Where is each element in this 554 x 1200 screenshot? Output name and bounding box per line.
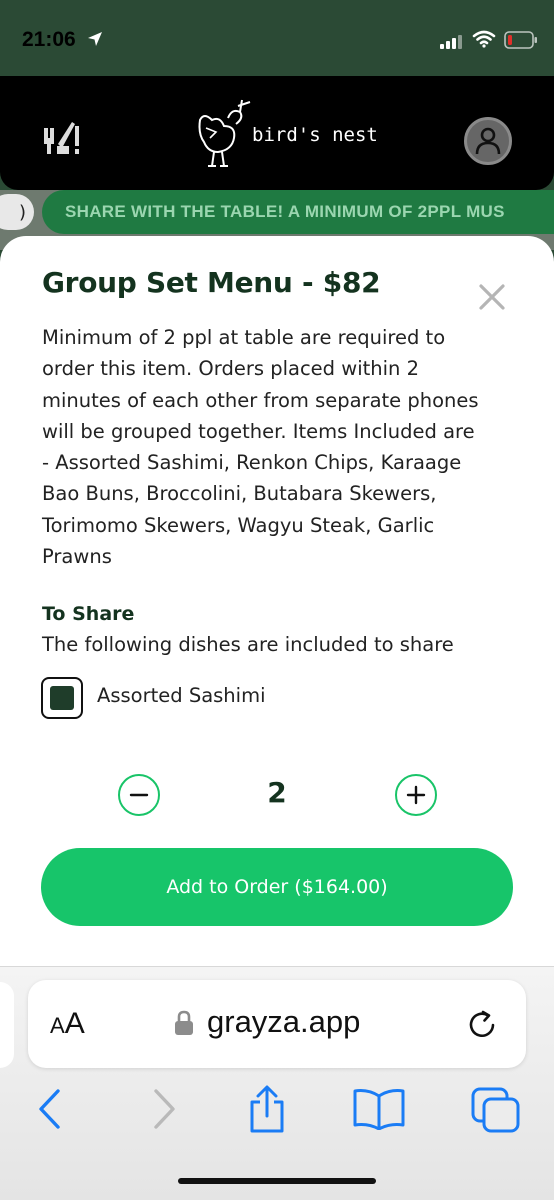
cellular-signal-icon	[440, 34, 464, 53]
minus-icon	[129, 793, 149, 797]
user-icon	[475, 127, 501, 155]
close-icon[interactable]	[478, 283, 506, 311]
increment-button[interactable]	[395, 774, 437, 816]
share-icon[interactable]	[246, 1084, 288, 1138]
profile-button[interactable]	[464, 117, 512, 165]
promo-banner: SHARE WITH THE TABLE! A MINIMUM OF 2PPL …	[42, 190, 554, 234]
forward-icon[interactable]	[150, 1088, 178, 1134]
option-label: Assorted Sashimi	[97, 684, 266, 707]
description-line: order this item. Orders placed within 2	[42, 357, 419, 381]
description-line: Prawns	[42, 545, 112, 569]
section-subtitle: The following dishes are included to sha…	[42, 633, 454, 656]
reader-settings-button[interactable]: AA	[50, 1007, 85, 1041]
description-line: - Assorted Sashimi, Renkon Chips, Karaag…	[42, 451, 462, 475]
description-line: Bao Buns, Broccolini, Butabara Skewers,	[42, 482, 437, 506]
description-line: Minimum of 2 ppl at table are required t…	[42, 326, 446, 349]
option-checkbox[interactable]	[41, 677, 83, 719]
menu-utensils-icon[interactable]	[42, 118, 82, 160]
back-icon[interactable]	[36, 1088, 64, 1134]
location-arrow-icon	[86, 30, 104, 52]
status-time: 21:06	[22, 28, 76, 51]
aa-small-label: A	[50, 1013, 65, 1038]
item-description: Minimum of 2 ppl at table are required t…	[42, 322, 520, 572]
reload-icon[interactable]	[466, 1008, 500, 1046]
plus-icon	[406, 785, 426, 805]
previous-tab-edge[interactable]	[0, 982, 14, 1068]
description-line: minutes of each other from separate phon…	[42, 388, 479, 412]
status-bar	[0, 0, 554, 76]
quantity-value: 2	[267, 776, 287, 809]
category-chip-label: )	[18, 201, 26, 223]
add-to-order-button[interactable]: Add to Order ($164.00)	[41, 848, 513, 926]
description-line: will be grouped together. Items Included…	[42, 419, 475, 443]
battery-icon	[504, 31, 538, 53]
section-title: To Share	[42, 603, 135, 625]
brand-name: bird's nest	[252, 124, 378, 146]
lock-icon	[174, 1010, 194, 1040]
wifi-icon	[472, 30, 496, 52]
decrement-button[interactable]	[118, 774, 160, 816]
checkbox-checked-mark	[50, 686, 74, 710]
add-to-order-label: Add to Order ($164.00)	[166, 876, 388, 898]
bird-logo-icon	[190, 98, 256, 174]
tabs-icon[interactable]	[470, 1086, 522, 1138]
promo-banner-text: SHARE WITH THE TABLE! A MINIMUM OF 2PPL …	[65, 202, 505, 221]
modal-title: Group Set Menu - $82	[42, 266, 381, 299]
bookmarks-icon[interactable]	[352, 1088, 406, 1134]
home-indicator	[178, 1178, 376, 1184]
description-line: Torimomo Skewers, Wagyu Steak, Garlic	[42, 513, 435, 537]
aa-large-label: A	[64, 1007, 85, 1040]
url-text[interactable]: grayza.app	[207, 1004, 360, 1040]
